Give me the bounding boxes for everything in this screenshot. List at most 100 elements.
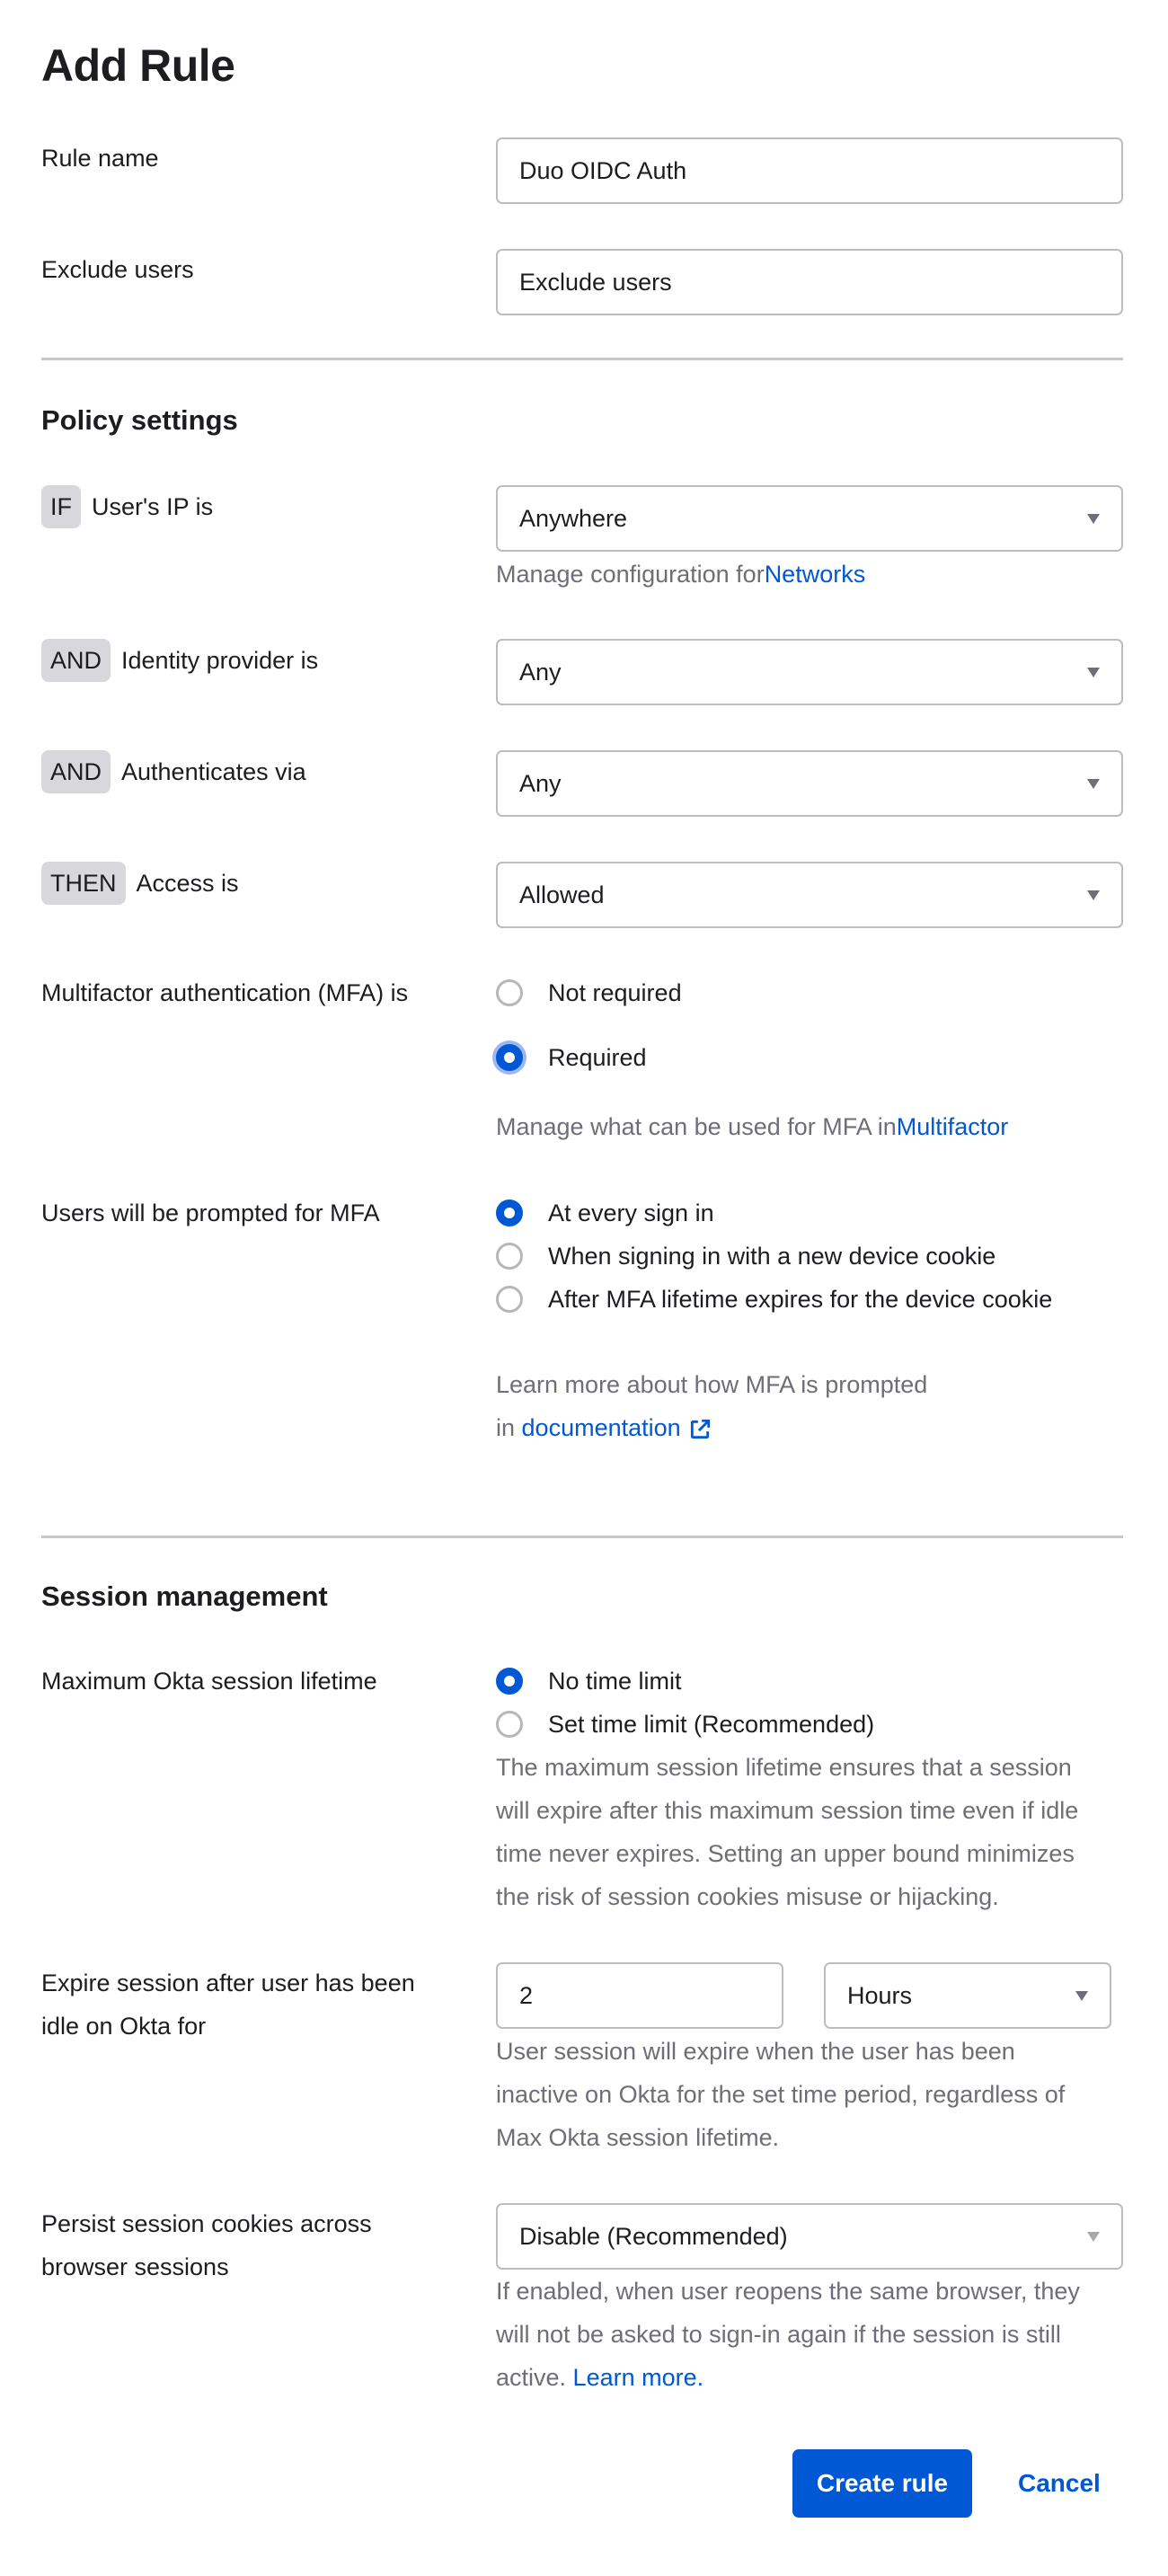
idle-unit-value: Hours [847, 1981, 913, 2009]
prompt-help-prefix: in [496, 1414, 516, 1441]
page-title: Add Rule [41, 40, 235, 91]
chevron-down-icon [1075, 1990, 1088, 2001]
radio-label: Set time limit (Recommended) [548, 1710, 875, 1738]
prompt-help-line1: Learn more about how MFA is prompted [496, 1371, 928, 1398]
help-line: inactive on Okta for the set time period… [496, 2081, 1066, 2108]
access-value: Allowed [519, 881, 605, 908]
mfa-help-text: Manage what can be used for MFA in [496, 1113, 897, 1140]
exclude-users-input[interactable]: Exclude users [496, 249, 1123, 315]
then-badge: THEN [41, 862, 126, 905]
prompt-option-every-sign-in[interactable]: At every sign in [496, 1191, 714, 1235]
help-line: active. Learn more. [496, 2356, 1080, 2399]
exclude-users-label: Exclude users [41, 256, 194, 283]
radio-label: Not required [548, 978, 682, 1006]
ip-select-value: Anywhere [519, 504, 628, 532]
idle-help: User session will expire when the user h… [496, 2030, 1065, 2159]
authenticates-via-value: Any [519, 769, 562, 797]
condition-access-label: THEN Access is [41, 862, 239, 905]
lifetime-option-no-limit[interactable]: No time limit [496, 1660, 682, 1703]
radio-unchecked-icon[interactable] [496, 1243, 523, 1270]
rule-name-label: Rule name [41, 145, 159, 172]
help-text: active. [496, 2364, 573, 2391]
rule-name-input[interactable]: Duo OIDC Auth [496, 137, 1123, 204]
persist-cookies-label: Persist session cookies across browser s… [41, 2202, 372, 2288]
persist-help: If enabled, when user reopens the same b… [496, 2270, 1080, 2399]
cancel-button[interactable]: Cancel [1018, 2449, 1101, 2518]
chevron-down-icon [1087, 778, 1100, 789]
documentation-link-text: documentation [521, 1414, 681, 1441]
and-badge: AND [41, 750, 111, 793]
section-divider [41, 358, 1123, 360]
networks-link[interactable]: Networks [765, 561, 866, 588]
mfa-help: Manage what can be used for MFA inMultif… [496, 1105, 1008, 1148]
prompt-option-new-device[interactable]: When signing in with a new device cookie [496, 1235, 995, 1278]
chevron-down-icon [1087, 513, 1100, 524]
access-select[interactable]: Allowed [496, 862, 1123, 928]
create-rule-button[interactable]: Create rule [792, 2449, 972, 2518]
help-line: Max Okta session lifetime. [496, 2124, 780, 2151]
radio-unchecked-icon[interactable] [496, 979, 523, 1006]
condition-label: Authenticates via [121, 758, 306, 785]
authenticates-via-select[interactable]: Any [496, 750, 1123, 817]
condition-auth-label: AND Authenticates via [41, 750, 306, 793]
persist-cookies-value: Disable (Recommended) [519, 2222, 788, 2250]
help-line: will expire after this maximum session t… [496, 1797, 1079, 1824]
idle-timeout-label: Expire session after user has been idle … [41, 1961, 415, 2048]
idle-timeout-value: 2 [519, 1981, 534, 2009]
idle-timeout-input[interactable]: 2 [496, 1962, 783, 2029]
help-line: If enabled, when user reopens the same b… [496, 2278, 1080, 2305]
networks-help: Manage configuration forNetworks [496, 553, 865, 596]
mfa-label: Multifactor authentication (MFA) is [41, 979, 409, 1006]
identity-provider-value: Any [519, 658, 562, 686]
chevron-down-icon [1087, 667, 1100, 677]
learn-more-link[interactable]: Learn more. [573, 2364, 704, 2391]
radio-checked-icon[interactable] [496, 1044, 523, 1071]
radio-label: At every sign in [548, 1199, 714, 1226]
condition-label: Identity provider is [121, 647, 319, 674]
identity-provider-select[interactable]: Any [496, 639, 1123, 705]
ip-select[interactable]: Anywhere [496, 485, 1123, 552]
persist-cookies-select[interactable]: Disable (Recommended) [496, 2203, 1123, 2270]
help-line: the risk of session cookies misuse or hi… [496, 1883, 999, 1910]
session-management-heading: Session management [41, 1580, 328, 1612]
networks-help-text: Manage configuration for [496, 561, 765, 588]
multifactor-link[interactable]: Multifactor [897, 1113, 1009, 1140]
help-line: User session will expire when the user h… [496, 2038, 1015, 2065]
idle-unit-select[interactable]: Hours [824, 1962, 1111, 2029]
max-lifetime-label: Maximum Okta session lifetime [41, 1668, 377, 1695]
radio-unchecked-icon[interactable] [496, 1711, 523, 1738]
mfa-option-not-required[interactable]: Not required [496, 971, 682, 1014]
prompt-help-line2: in documentation [496, 1406, 712, 1449]
radio-checked-icon[interactable] [496, 1668, 523, 1695]
radio-label: No time limit [548, 1667, 682, 1695]
label-line: browser sessions [41, 2253, 229, 2280]
label-line: Persist session cookies across [41, 2210, 372, 2237]
lifetime-option-set-limit[interactable]: Set time limit (Recommended) [496, 1703, 874, 1746]
radio-label: After MFA lifetime expires for the devic… [548, 1285, 1053, 1313]
label-line: Expire session after user has been [41, 1970, 415, 1996]
documentation-link[interactable]: documentation [522, 1414, 712, 1441]
condition-ip-label: IF User's IP is [41, 485, 213, 528]
prompt-option-lifetime-expires[interactable]: After MFA lifetime expires for the devic… [496, 1278, 1052, 1321]
condition-label: User's IP is [92, 493, 214, 520]
condition-idp-label: AND Identity provider is [41, 639, 318, 682]
exclude-users-placeholder: Exclude users [519, 268, 672, 296]
chevron-down-icon [1087, 2231, 1100, 2242]
radio-checked-icon[interactable] [496, 1199, 523, 1226]
condition-label: Access is [136, 870, 239, 897]
help-line: will not be asked to sign-in again if th… [496, 2321, 1061, 2348]
radio-label: When signing in with a new device cookie [548, 1242, 996, 1270]
mfa-option-required[interactable]: Required [496, 1036, 647, 1079]
max-lifetime-help: The maximum session lifetime ensures tha… [496, 1746, 1078, 1918]
rule-name-value: Duo OIDC Auth [519, 156, 687, 184]
radio-label: Required [548, 1043, 647, 1071]
chevron-down-icon [1087, 890, 1100, 900]
radio-unchecked-icon[interactable] [496, 1286, 523, 1313]
help-line: The maximum session lifetime ensures tha… [496, 1754, 1072, 1781]
external-link-icon [690, 1419, 710, 1438]
label-line: idle on Okta for [41, 2013, 207, 2040]
help-line: time never expires. Setting an upper bou… [496, 1840, 1075, 1867]
if-badge: IF [41, 485, 81, 528]
policy-settings-heading: Policy settings [41, 404, 238, 436]
and-badge: AND [41, 639, 111, 682]
